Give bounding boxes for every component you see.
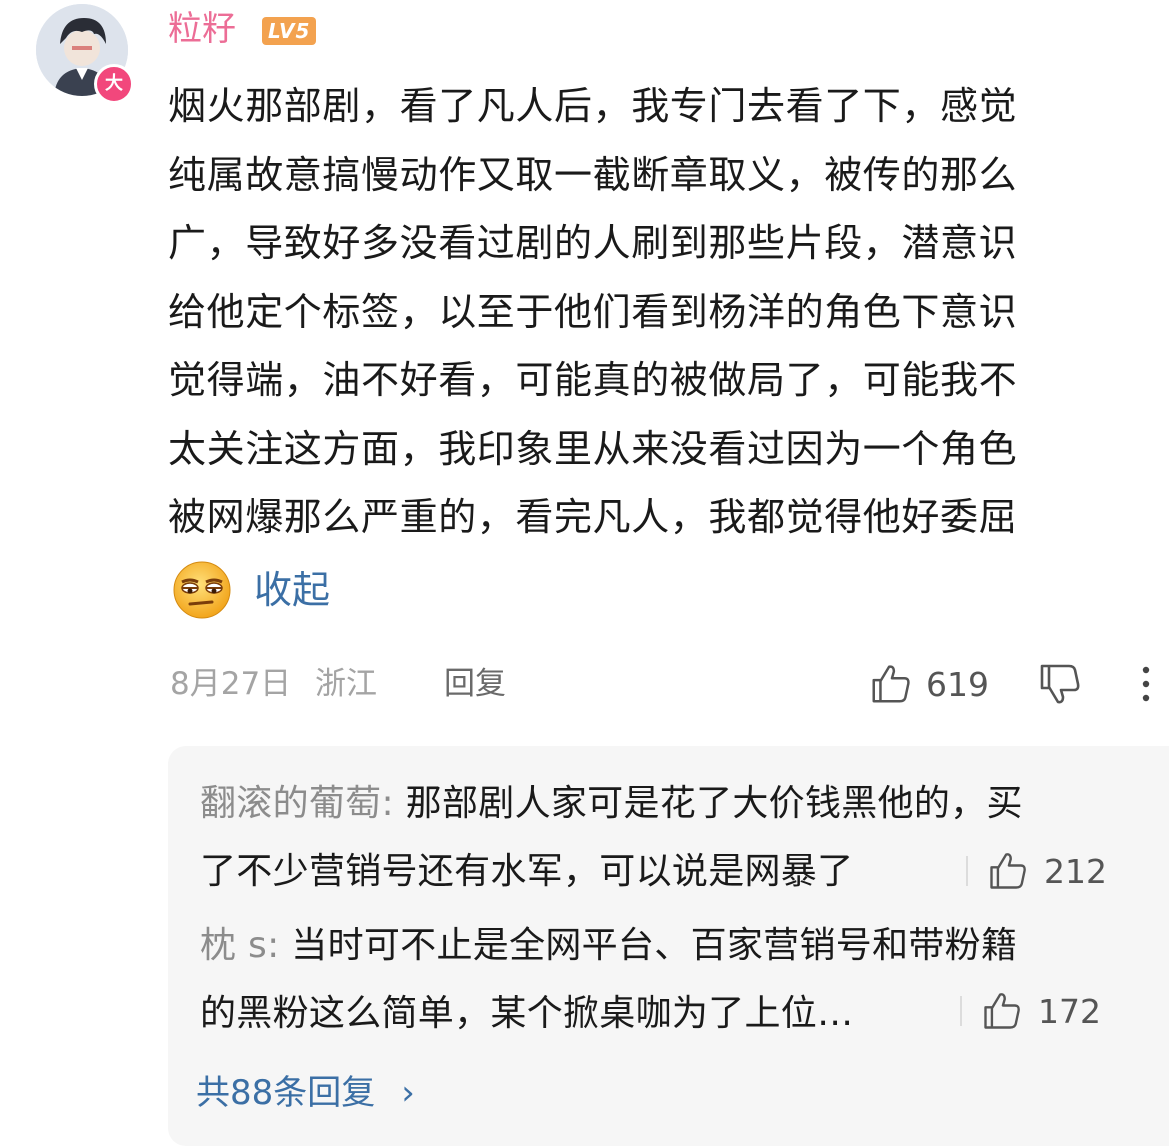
thumbs-up-icon xyxy=(990,853,1026,889)
thumbs-up-icon xyxy=(872,665,910,703)
thumbs-up-icon xyxy=(984,993,1020,1029)
reply-like-button[interactable]: 172 xyxy=(960,986,1101,1036)
divider xyxy=(960,996,962,1026)
total-replies-label: 共88条回复 xyxy=(196,1073,376,1113)
thumbs-down-icon[interactable] xyxy=(1036,660,1084,708)
reply-line: 那部剧人家可是花了大价钱黑他的，买 xyxy=(393,783,1023,824)
username[interactable]: 粒籽 xyxy=(168,6,236,52)
like-count: 619 xyxy=(926,664,989,704)
comment-line: 烟火那部剧，看了凡人后，我专门去看了下，感觉 xyxy=(168,84,1018,128)
comment-line: 广，导致好多没看过剧的人刷到那些片段，潜意识 xyxy=(168,221,1018,265)
reply-like-button[interactable]: 212 xyxy=(966,846,1107,896)
comment-line: 太关注这方面，我印象里从来没看过因为一个角色 xyxy=(168,426,1018,471)
eye-roll-emoji-icon xyxy=(173,561,231,619)
reply-button[interactable]: 回复 xyxy=(444,660,506,708)
comment-meta: 8月27日 浙江 xyxy=(170,660,377,708)
collapse-link[interactable]: 收起 xyxy=(254,562,330,618)
like-button[interactable]: 619 xyxy=(868,658,989,710)
comment-line: 觉得端，油不好看，可能真的被做局了，可能我不 xyxy=(168,358,1018,402)
chevron-right-icon: › xyxy=(401,1073,415,1113)
view-all-replies-link[interactable]: 共88条回复 › xyxy=(196,1068,415,1118)
divider xyxy=(966,856,968,886)
reply-author[interactable]: 翻滚的葡萄: xyxy=(200,783,394,824)
reply-line: 当时可不止是全网平台、百家营销号和带粉籍 xyxy=(279,925,1018,966)
comment-line: 纯属故意搞慢动作又取一截断章取义，被传的那么 xyxy=(168,152,1018,197)
comment-line: 被网爆那么严重的，看完凡人，我都觉得他好委屈 xyxy=(168,495,1018,539)
comment-line: 给他定个标签，以至于他们看到杨洋的角色下意识 xyxy=(168,289,1018,334)
comment-text: 烟火那部剧，看了凡人后，我专门去看了下，感觉 纯属故意搞慢动作又取一截断章取义，… xyxy=(168,72,1153,552)
more-options-icon[interactable] xyxy=(1136,664,1156,704)
level-badge: LV5 xyxy=(262,17,317,45)
reply-like-count: 172 xyxy=(1038,991,1101,1031)
comment-location: 浙江 xyxy=(315,666,378,702)
emoji-collapse-row: 收起 xyxy=(172,560,330,620)
reply-author[interactable]: 枕 s: xyxy=(200,925,280,966)
vip-badge: 大 xyxy=(94,64,134,104)
reply-like-count: 212 xyxy=(1044,851,1107,891)
comment-date: 8月27日 xyxy=(170,666,292,702)
